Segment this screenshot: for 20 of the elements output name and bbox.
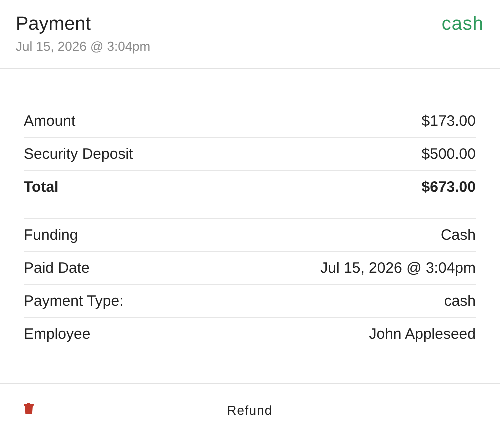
row-value: $673.00 bbox=[422, 178, 476, 196]
row-value: John Appleseed bbox=[369, 326, 476, 342]
trash-icon bbox=[24, 403, 34, 415]
payment-date: Jul 15, 2026 @ 3:04pm bbox=[16, 39, 151, 54]
row-value: Jul 15, 2026 @ 3:04pm bbox=[320, 260, 476, 276]
row-label: Paid Date bbox=[24, 260, 90, 276]
card-title: Payment bbox=[16, 14, 91, 36]
row-label: Funding bbox=[24, 226, 78, 244]
row-value: $500.00 bbox=[422, 146, 476, 162]
row-value: $173.00 bbox=[422, 112, 476, 130]
row-value: Cash bbox=[440, 226, 476, 244]
row-label: Amount bbox=[24, 112, 76, 130]
status-label: cash bbox=[442, 14, 484, 36]
row-label: Total bbox=[24, 178, 59, 196]
delete-button[interactable] bbox=[24, 403, 36, 417]
refund-button[interactable]: Refund bbox=[219, 398, 281, 422]
row-label: Security Deposit bbox=[24, 146, 134, 162]
row-label: Payment Type: bbox=[24, 292, 124, 310]
row-label: Employee bbox=[24, 326, 91, 342]
row-value: cash bbox=[444, 292, 476, 310]
